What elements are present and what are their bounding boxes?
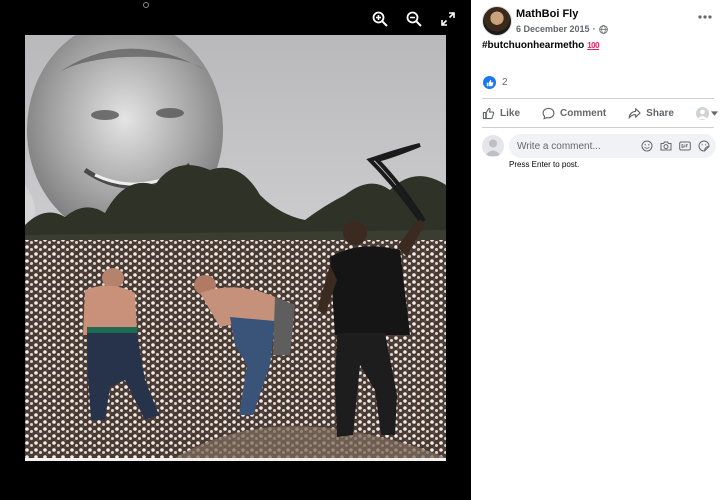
viewer-toolbar	[369, 10, 459, 28]
author-avatar[interactable]	[482, 6, 512, 36]
fullscreen-button[interactable]	[437, 10, 459, 28]
gif-button[interactable]	[678, 139, 691, 152]
reaction-summary[interactable]: 2	[483, 76, 508, 89]
comment-label: Comment	[560, 107, 607, 119]
zoom-in-button[interactable]	[369, 10, 391, 28]
emoji-button[interactable]	[640, 139, 653, 152]
post-caption: #butchuonhearmetho 100	[482, 40, 600, 51]
post-panel: MathBoi Fly 6 December 2015 · #butchuonh…	[471, 0, 726, 500]
zoom-in-icon	[372, 11, 388, 27]
profile-avatar-icon	[695, 106, 709, 120]
comment-box[interactable]	[509, 134, 716, 158]
react-as-selector[interactable]	[695, 106, 718, 120]
divider-top	[482, 98, 714, 99]
caret-down-icon	[710, 110, 718, 116]
post-photo[interactable]	[25, 35, 446, 458]
hundred-points-emoji: 100	[587, 41, 600, 50]
like-reaction-icon	[483, 76, 496, 89]
comment-tools	[640, 139, 710, 152]
default-avatar-icon	[485, 139, 501, 156]
comment-icon	[542, 107, 555, 120]
fullscreen-icon	[441, 12, 455, 26]
viewer-indicator-dot	[143, 2, 149, 8]
zoom-out-icon	[406, 11, 422, 27]
author-name[interactable]: MathBoi Fly	[516, 8, 578, 20]
share-label: Share	[646, 107, 674, 119]
post-meta: 6 December 2015 ·	[516, 24, 608, 34]
post-actions: Like Comment Share	[482, 100, 718, 126]
photo-illustration	[25, 35, 446, 458]
globe-icon	[598, 24, 608, 34]
comment-composer	[482, 134, 716, 158]
photo-button[interactable]	[659, 139, 672, 152]
comment-input[interactable]	[517, 140, 627, 152]
like-button[interactable]: Like	[482, 107, 520, 120]
zoom-out-button[interactable]	[403, 10, 425, 28]
divider-bottom	[482, 127, 714, 128]
photo-bottom-edge	[25, 458, 446, 461]
comment-hint: Press Enter to post.	[509, 160, 580, 169]
share-button[interactable]: Share	[628, 107, 674, 120]
thumbs-up-icon	[482, 107, 495, 119]
like-label: Like	[500, 107, 521, 119]
meta-separator: ·	[592, 24, 596, 34]
post-header: MathBoi Fly 6 December 2015 ·	[482, 6, 718, 38]
gif-icon	[678, 141, 691, 150]
sticker-icon	[697, 140, 709, 151]
share-icon	[628, 107, 641, 119]
commenter-avatar	[482, 135, 504, 157]
emoji-icon	[641, 140, 652, 151]
more-dots-icon	[698, 15, 712, 19]
post-date[interactable]: 6 December 2015	[516, 24, 590, 34]
reaction-count: 2	[502, 77, 508, 88]
camera-icon	[660, 141, 671, 150]
comment-button[interactable]: Comment	[542, 107, 606, 120]
caption-hashtag[interactable]: #butchuonhearmetho	[482, 40, 584, 51]
photo-viewer	[0, 0, 471, 500]
sticker-button[interactable]	[697, 139, 710, 152]
more-options-button[interactable]	[696, 9, 714, 25]
